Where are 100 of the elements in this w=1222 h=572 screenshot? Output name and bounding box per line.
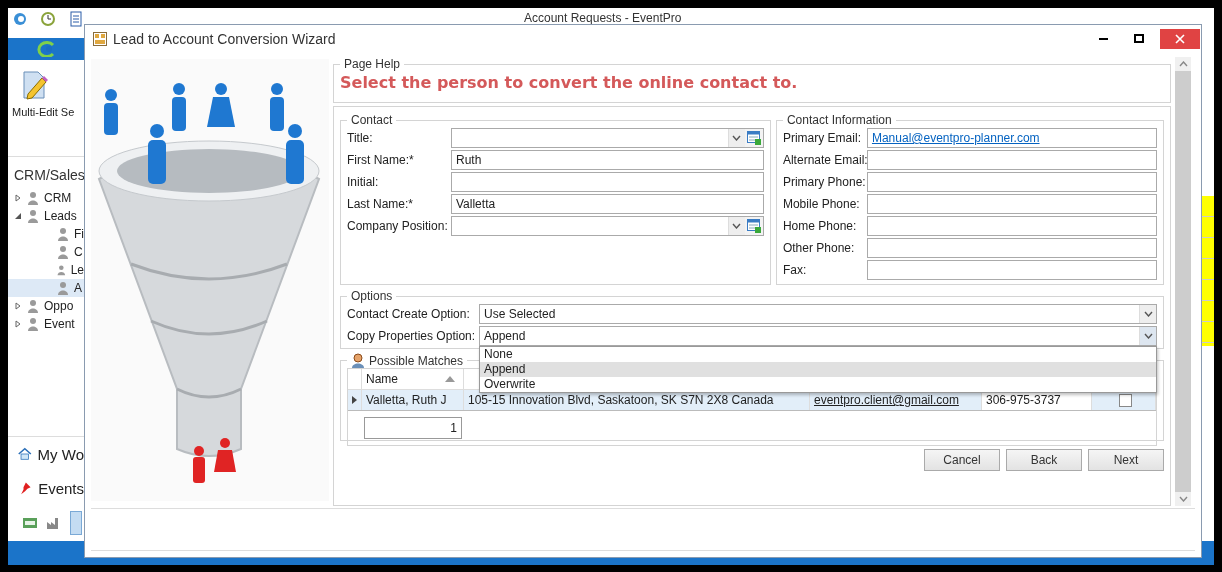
email-link[interactable]: Manual@eventpro-planner.com bbox=[871, 131, 1040, 145]
dialog-title: Lead to Account Conversion Wizard bbox=[113, 31, 336, 47]
scroll-up-icon bbox=[1178, 61, 1188, 67]
column-header[interactable]: Name bbox=[362, 369, 464, 389]
text-field[interactable] bbox=[866, 260, 1157, 280]
text-field[interactable]: Valletta bbox=[451, 194, 764, 214]
field-label: Primary Email: bbox=[782, 131, 862, 145]
row-indicator-icon bbox=[352, 396, 357, 404]
house-icon bbox=[18, 446, 32, 462]
table-cell: Valletta, Ruth J bbox=[362, 390, 464, 410]
field-label: Fax: bbox=[782, 263, 808, 277]
section-label: Possible Matches bbox=[369, 353, 464, 368]
expand-arrow-icon[interactable] bbox=[14, 194, 22, 202]
expand-arrow-icon[interactable] bbox=[14, 302, 22, 310]
help-text: Select the person to convert the online contact to. bbox=[340, 73, 799, 92]
section-label: Page Help bbox=[344, 57, 401, 71]
person-icon bbox=[56, 245, 70, 259]
chevron-down-icon bbox=[732, 135, 742, 141]
text-field[interactable] bbox=[866, 238, 1157, 258]
field-label: Primary Phone: bbox=[782, 175, 867, 189]
wizard-button[interactable]: Next bbox=[1088, 449, 1164, 471]
chevron-down-icon bbox=[1143, 333, 1153, 339]
ribbon-button[interactable]: Multi-Edit bbox=[12, 68, 58, 156]
text-field[interactable] bbox=[866, 172, 1157, 192]
person-icon bbox=[26, 191, 40, 205]
close-icon bbox=[1175, 34, 1185, 44]
tab-button[interactable] bbox=[70, 511, 82, 535]
window-title: Account Requests - EventPro bbox=[524, 11, 682, 25]
section-label: Contact Information bbox=[786, 113, 892, 127]
person-icon bbox=[26, 209, 40, 223]
tree-item[interactable]: CRM bbox=[8, 189, 84, 207]
collapse-arrow-icon[interactable] bbox=[14, 212, 22, 220]
tree-item[interactable]: Event bbox=[8, 315, 84, 333]
dropdown-button[interactable] bbox=[727, 129, 745, 147]
close-button[interactable] bbox=[1160, 29, 1200, 49]
logo-icon bbox=[35, 41, 57, 57]
wizard-button[interactable]: Back bbox=[1006, 449, 1082, 471]
person-icon bbox=[26, 317, 40, 331]
text-field[interactable] bbox=[866, 216, 1157, 236]
dropdown-field[interactable]: Use Selected bbox=[479, 304, 1157, 324]
minimize-icon bbox=[1098, 38, 1108, 40]
scroll-down-icon bbox=[1178, 496, 1188, 502]
person-icon bbox=[26, 299, 40, 313]
bed-icon[interactable] bbox=[22, 516, 38, 530]
field-label: Copy Properties Option: bbox=[347, 329, 477, 343]
field-label: Home Phone: bbox=[782, 219, 858, 233]
table-icon bbox=[746, 219, 761, 233]
field-label: Initial: bbox=[347, 175, 380, 189]
dropdown-option[interactable]: None bbox=[480, 347, 1156, 362]
dropdown-button[interactable] bbox=[1139, 305, 1156, 323]
tree-item[interactable]: Oppo bbox=[8, 297, 84, 315]
tree-item[interactable]: Fi bbox=[8, 225, 84, 243]
table-cell: 105-15 Innovation Blvd, Saskatoon, SK S7N 2X8 Canada bbox=[464, 390, 810, 410]
email-link[interactable]: eventpro.client@gmail.com bbox=[814, 393, 959, 407]
table-icon bbox=[746, 131, 761, 145]
maximize-icon bbox=[1134, 34, 1144, 44]
expand-arrow-icon[interactable] bbox=[14, 320, 22, 328]
person-icon bbox=[56, 281, 70, 295]
logo-icon[interactable] bbox=[12, 11, 28, 27]
person-icon bbox=[351, 353, 365, 368]
document-icon[interactable] bbox=[68, 11, 84, 27]
combo-field[interactable] bbox=[451, 128, 764, 148]
clock-icon[interactable] bbox=[40, 11, 56, 27]
person-icon bbox=[56, 227, 70, 241]
email-field[interactable]: Manual@eventpro-planner.com bbox=[866, 128, 1157, 148]
field-label: Title: bbox=[347, 131, 374, 145]
text-field[interactable]: Ruth bbox=[451, 150, 764, 170]
person-icon bbox=[56, 263, 67, 277]
page-field[interactable]: 1 bbox=[364, 417, 462, 439]
field-label: Mobile Phone: bbox=[782, 197, 861, 211]
chevron-down-icon bbox=[732, 223, 742, 229]
field-label: Last Name:* bbox=[347, 197, 415, 211]
text-field[interactable] bbox=[866, 194, 1157, 214]
nav-button[interactable]: My Wo bbox=[8, 437, 84, 471]
field-label: Other Phone: bbox=[782, 241, 856, 255]
dropdown-option[interactable]: Append bbox=[480, 362, 1156, 377]
checkbox[interactable] bbox=[1119, 393, 1132, 407]
text-field[interactable] bbox=[866, 150, 1157, 170]
dropdown-button[interactable] bbox=[727, 217, 745, 235]
window-icon bbox=[93, 32, 107, 46]
section-label: Options bbox=[351, 289, 393, 303]
tree-item[interactable]: Le bbox=[8, 261, 84, 279]
chevron-down-icon bbox=[1143, 311, 1153, 317]
tree-item[interactable]: A bbox=[8, 279, 84, 297]
ribbon-button[interactable]: Se bbox=[60, 68, 75, 156]
combo-field[interactable] bbox=[451, 216, 764, 236]
field-label: First Name:* bbox=[347, 153, 415, 167]
section-label: Contact bbox=[351, 113, 393, 127]
dropdown-button[interactable] bbox=[1139, 327, 1156, 345]
tree-item[interactable]: Leads bbox=[8, 207, 84, 225]
dropdown-option[interactable]: Overwrite bbox=[480, 377, 1156, 392]
wizard-button[interactable]: Cancel bbox=[924, 449, 1000, 471]
field-label: Contact Create Option: bbox=[347, 307, 471, 321]
field-label: Alternate Email: bbox=[782, 153, 867, 167]
nav-button[interactable]: Events bbox=[8, 471, 84, 505]
nav-title: CRM/Sales bbox=[13, 166, 84, 185]
dropdown-field[interactable]: Append bbox=[479, 326, 1157, 346]
field-label: Company Position: bbox=[347, 219, 449, 233]
text-field[interactable] bbox=[451, 172, 764, 192]
tree-item[interactable]: C bbox=[8, 243, 84, 261]
